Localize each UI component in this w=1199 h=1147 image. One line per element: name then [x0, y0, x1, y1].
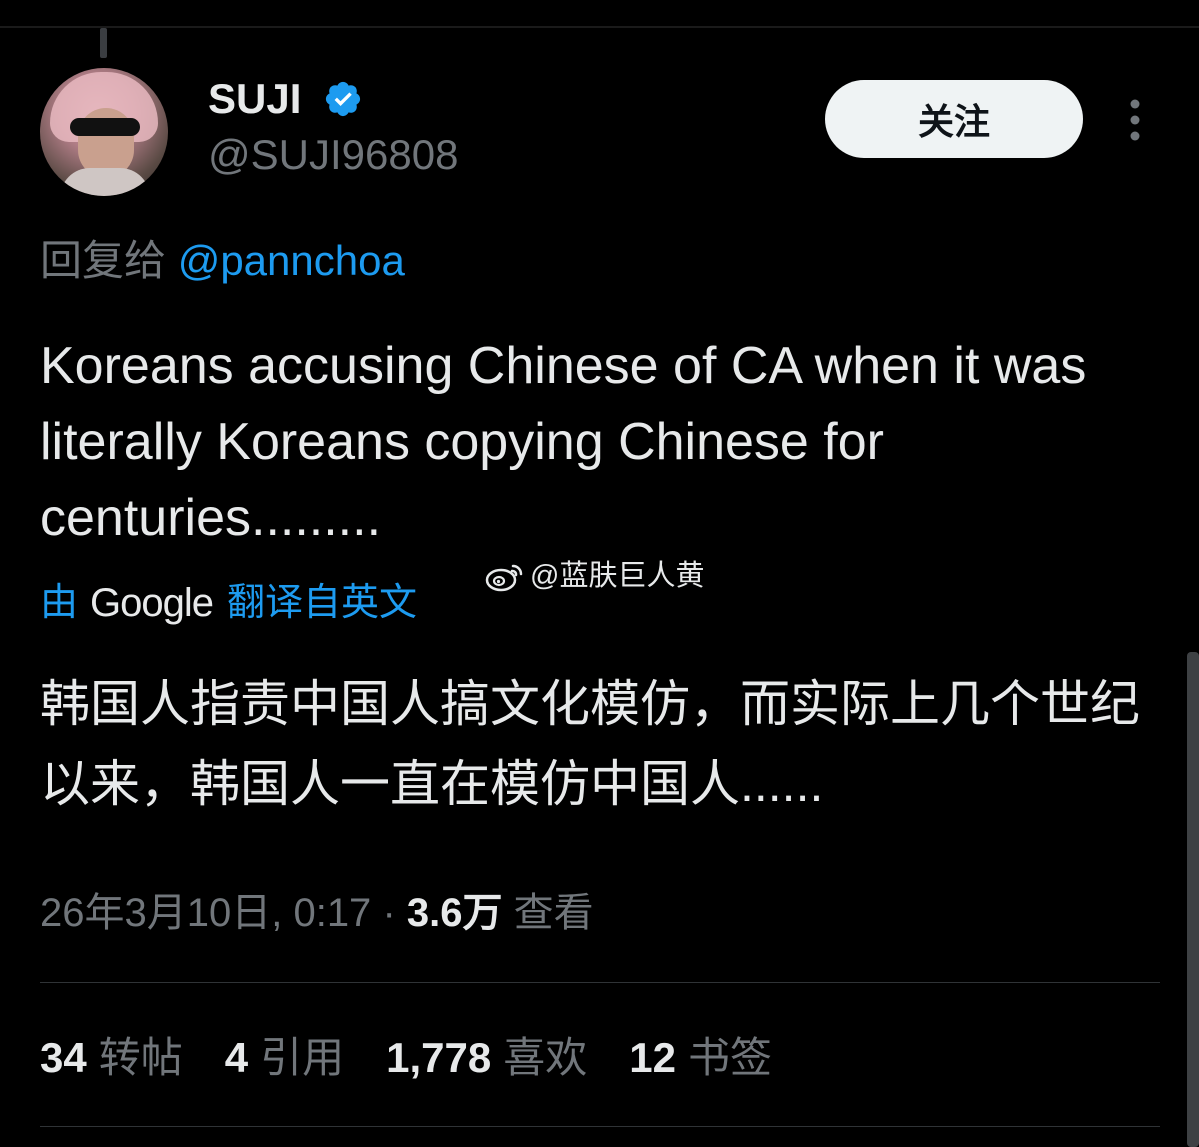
stat-quotes[interactable]: 4 引用 [225, 1032, 344, 1084]
top-divider [0, 26, 1199, 28]
quotes-label: 引用 [260, 1034, 345, 1081]
stats-divider-top [40, 982, 1160, 983]
verified-badge-icon [325, 81, 361, 117]
meta-separator: · [382, 891, 396, 935]
weibo-icon [485, 564, 523, 592]
scrollbar[interactable] [1187, 652, 1199, 1147]
translation-suffix: 翻译自英文 [227, 582, 418, 624]
stat-bookmarks[interactable]: 12 书签 [629, 1032, 772, 1084]
reposts-count: 34 [40, 1034, 87, 1081]
tweet-meta: 26年3月10日, 0:17 · 3.6万 查看 [40, 888, 594, 938]
engagement-stats: 34 转帖 4 引用 1,778 喜欢 12 书签 [40, 1032, 814, 1084]
stat-likes[interactable]: 1,778 喜欢 [386, 1032, 587, 1084]
likes-count: 1,778 [386, 1034, 492, 1081]
tweet-text: Koreans accusing Chinese of CA when it w… [40, 337, 1087, 547]
views-label: 查看 [513, 891, 594, 935]
stats-divider-bottom [40, 1126, 1160, 1127]
thread-connector-line [100, 28, 107, 58]
translation-attribution[interactable]: 由 Google 翻译自英文 [40, 578, 417, 628]
reply-prefix: 回复给 [40, 237, 167, 284]
watermark-text: @蓝肤巨人黄 [530, 560, 705, 592]
weibo-watermark: @蓝肤巨人黄 [484, 558, 704, 594]
more-options-icon[interactable] [1124, 98, 1146, 142]
reply-context: 回复给 @pannchoa [40, 236, 405, 286]
quotes-count: 4 [224, 1034, 249, 1081]
stat-reposts[interactable]: 34 转帖 [40, 1032, 183, 1084]
author-display-name[interactable]: SUJI [208, 76, 301, 122]
tweet-timestamp[interactable]: 26年3月10日, 0:17 [40, 891, 371, 935]
google-logo-text: Google [90, 581, 214, 625]
bookmarks-count: 12 [629, 1034, 676, 1081]
translation-prefix: 由 [40, 582, 79, 624]
follow-button[interactable]: 关注 [825, 80, 1083, 158]
reply-mention-link[interactable]: @pannchoa [178, 237, 405, 284]
translated-tweet-text: 韩国人指责中国人搞文化模仿，而实际上几个世纪以来，韩国人一直在模仿中国人....… [40, 676, 1140, 812]
likes-label: 喜欢 [503, 1034, 588, 1081]
avatar[interactable] [40, 68, 168, 196]
views-count: 3.6万 [406, 891, 503, 935]
bookmarks-label: 书签 [687, 1034, 772, 1081]
author-handle[interactable]: @SUJI96808 [208, 132, 458, 178]
reposts-label: 转帖 [98, 1034, 183, 1081]
